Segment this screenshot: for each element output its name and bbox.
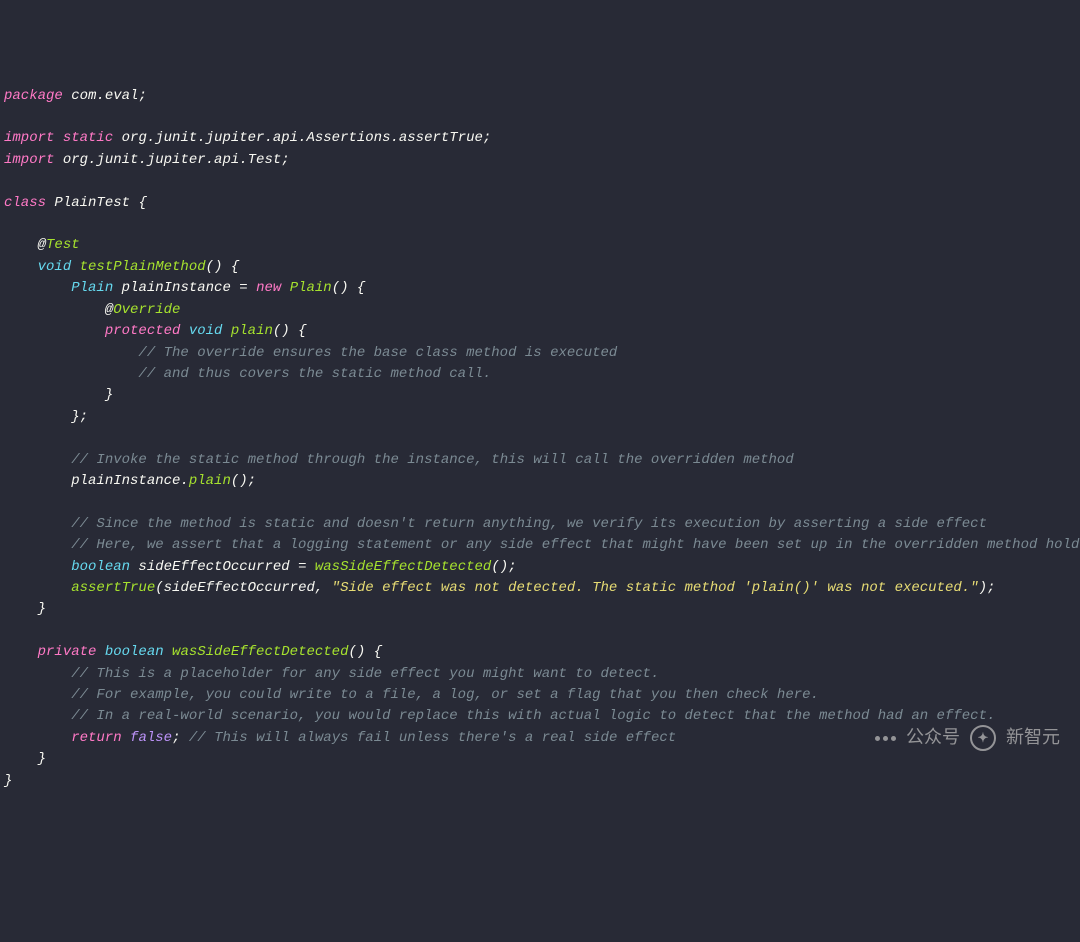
comment: // Invoke the static method through the …	[71, 452, 794, 468]
brand-ring-icon: ✦	[970, 725, 996, 751]
keyword-void: void	[38, 259, 72, 275]
comment: // Here, we assert that a logging statem…	[71, 537, 1080, 553]
comment: // Since the method is static and doesn'…	[71, 516, 987, 532]
literal-false: false	[122, 730, 172, 746]
watermark-label: 公众号	[906, 727, 960, 748]
comment: // The override ensures the base class m…	[138, 345, 617, 361]
keyword-static: static	[54, 130, 113, 146]
watermark: 公众号 ✦ 新智元	[875, 725, 1060, 751]
keyword-return: return	[71, 730, 121, 746]
keyword-boolean: boolean	[71, 559, 130, 575]
annotation-override: Override	[113, 302, 180, 318]
comment: // This will always fail unless there's …	[189, 730, 676, 746]
fn-assert-true: assertTrue	[71, 580, 155, 596]
code-editor: package com.eval; import static org.juni…	[4, 86, 1076, 792]
var-plain-instance: plainInstance	[113, 280, 239, 296]
type-plain: Plain	[71, 280, 113, 296]
method-name: wasSideEffectDetected	[164, 644, 349, 660]
wechat-icon	[875, 736, 896, 741]
keyword-class: class	[4, 195, 46, 211]
keyword-protected: protected	[105, 323, 181, 339]
method-plain: plain	[222, 323, 272, 339]
watermark-brand: 新智元	[1006, 727, 1060, 748]
keyword-private: private	[38, 644, 97, 660]
call-target: plainInstance.	[71, 473, 189, 489]
keyword-import: import	[4, 152, 54, 168]
comment: // For example, you could write to a fil…	[71, 687, 819, 703]
comment: // In a real-world scenario, you would r…	[71, 708, 995, 724]
class-name: PlainTest	[46, 195, 138, 211]
import-path: org.junit.jupiter.api.Assertions.assertT…	[113, 130, 483, 146]
comment: // This is a placeholder for any side ef…	[71, 666, 659, 682]
method-name: testPlainMethod	[71, 259, 205, 275]
assert-arg: sideEffectOccurred,	[164, 580, 332, 596]
call-method: plain	[189, 473, 231, 489]
fn-was-side-effect: wasSideEffectDetected	[315, 559, 491, 575]
keyword-package: package	[4, 88, 63, 104]
var-side-effect: sideEffectOccurred	[130, 559, 298, 575]
import-path: org.junit.jupiter.api.Test	[54, 152, 281, 168]
keyword-void: void	[180, 323, 222, 339]
annotation-test: Test	[46, 237, 80, 253]
keyword-boolean: boolean	[96, 644, 163, 660]
string-literal: "Side effect was not detected. The stati…	[332, 580, 979, 596]
ctor-plain: Plain	[281, 280, 331, 296]
package-name: com.eval	[63, 88, 139, 104]
keyword-new: new	[256, 280, 281, 296]
keyword-import: import	[4, 130, 54, 146]
comment: // and thus covers the static method cal…	[138, 366, 491, 382]
